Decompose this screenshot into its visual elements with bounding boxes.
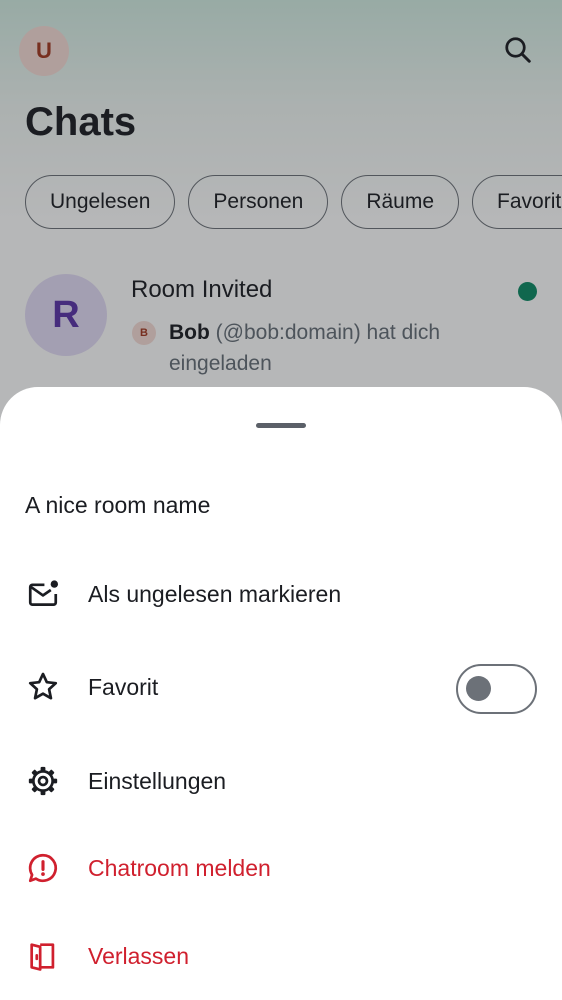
leave-door-icon: [25, 938, 61, 974]
toggle-knob: [466, 676, 491, 701]
sheet-title: A nice room name: [25, 492, 211, 518]
drag-handle[interactable]: [256, 423, 306, 428]
leave-room-label: Verlassen: [88, 943, 190, 969]
favorite-toggle[interactable]: [456, 664, 537, 714]
favorite-item[interactable]: Favorit: [0, 652, 562, 722]
report-room-label: Chatroom melden: [88, 855, 271, 881]
mark-unread-label: Als ungelesen markieren: [88, 581, 342, 607]
mark-unread-item[interactable]: Als ungelesen markieren: [0, 559, 562, 629]
screen: U Chats Ungelesen Personen Räume Favorit…: [0, 0, 562, 1000]
gear-icon: [25, 763, 61, 799]
favorite-label: Favorit: [88, 674, 159, 700]
mail-unread-icon: [25, 576, 61, 612]
report-icon: [25, 850, 61, 886]
leave-room-item[interactable]: Verlassen: [0, 921, 562, 991]
settings-item[interactable]: Einstellungen: [0, 746, 562, 816]
star-icon: [25, 669, 61, 705]
room-options-bottom-sheet: A nice room name Als ungelesen markieren…: [0, 387, 562, 1000]
settings-label: Einstellungen: [88, 768, 227, 794]
report-room-item[interactable]: Chatroom melden: [0, 833, 562, 903]
